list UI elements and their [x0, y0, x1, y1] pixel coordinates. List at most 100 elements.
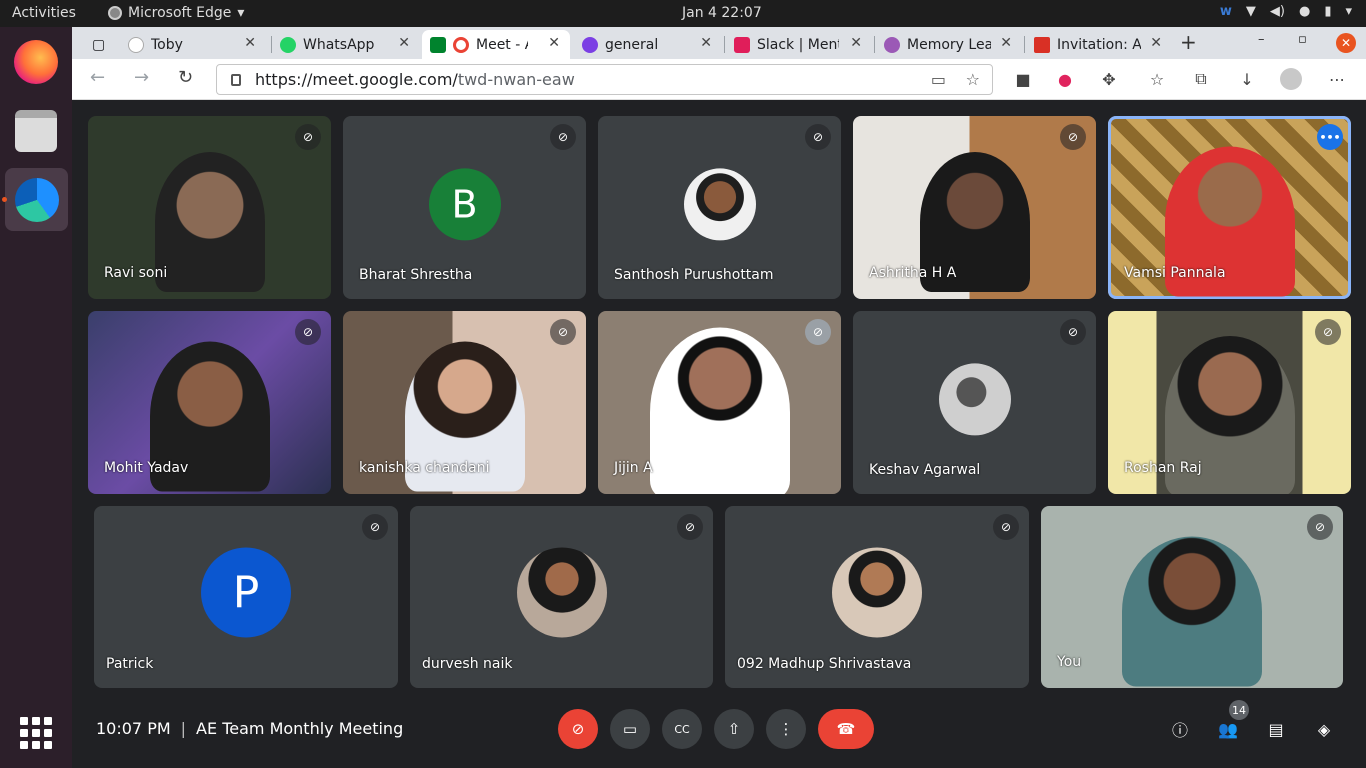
firefox-launcher[interactable]: [8, 34, 64, 90]
mic-off-icon: ⊘: [1315, 319, 1341, 345]
chevron-down-icon[interactable]: ▾: [1345, 4, 1352, 19]
participant-name: kanishka chandani: [359, 460, 490, 476]
tab-meet[interactable]: Meet - AE ✕: [422, 30, 570, 59]
mic-off-icon: ⊘: [550, 124, 576, 150]
close-icon[interactable]: ✕: [398, 35, 410, 51]
leave-call-button[interactable]: ☎: [818, 709, 874, 749]
tab-general[interactable]: general ✕: [574, 30, 722, 59]
app-menu[interactable]: Microsoft Edge ▾: [108, 5, 244, 21]
favorites-icon[interactable]: ☆: [1146, 68, 1168, 90]
more-options-button[interactable]: ⋮: [766, 709, 806, 749]
tab-slack[interactable]: Slack | Mentio ✕: [726, 30, 872, 59]
tray-app-icon[interactable]: w: [1220, 4, 1232, 19]
activities-icon[interactable]: ◈: [1311, 716, 1337, 742]
files-icon: [15, 110, 57, 152]
collections-icon[interactable]: ⧉: [1190, 68, 1212, 90]
close-icon[interactable]: ✕: [1150, 35, 1162, 51]
present-screen-button[interactable]: ⇧: [714, 709, 754, 749]
profile-avatar[interactable]: [1280, 68, 1302, 90]
tab-toby[interactable]: Toby ✕: [120, 30, 266, 59]
camera-icon[interactable]: ▭: [931, 70, 946, 89]
tab-memory-leak[interactable]: Memory Lea ✕: [876, 30, 1022, 59]
mic-toggle-button[interactable]: ⊘: [558, 709, 598, 749]
meeting-info: 10:07 PM | AE Team Monthly Meeting: [96, 719, 403, 738]
minimize-icon[interactable]: –: [1258, 32, 1265, 47]
participant-tile[interactable]: B ⊘ Bharat Shrestha: [343, 116, 586, 299]
toby-extension-icon[interactable]: ●: [1054, 68, 1076, 90]
meeting-title: AE Team Monthly Meeting: [196, 719, 404, 738]
participant-tile-self[interactable]: ⊘ You: [1041, 506, 1343, 688]
participant-name: Santhosh Purushottam: [614, 267, 774, 283]
mic-icon[interactable]: ●: [1299, 4, 1310, 19]
participant-tile[interactable]: ⊘ kanishka chandani: [343, 311, 586, 494]
general-favicon: [582, 36, 598, 53]
captions-button[interactable]: CC: [662, 709, 702, 749]
edge-launcher[interactable]: [5, 168, 68, 231]
close-window-icon[interactable]: ✕: [1336, 33, 1356, 53]
battery-icon[interactable]: ▮: [1324, 4, 1331, 19]
chat-icon[interactable]: ▤: [1263, 716, 1289, 742]
url-host: https://meet.google.com/: [255, 70, 458, 89]
participant-tile[interactable]: ⊘ Ashritha H A: [853, 116, 1096, 299]
files-launcher[interactable]: [8, 103, 64, 159]
tab-whatsapp[interactable]: WhatsApp ✕: [272, 30, 420, 59]
close-icon[interactable]: ✕: [1000, 35, 1012, 51]
new-tab-icon[interactable]: +: [1180, 30, 1197, 54]
close-icon[interactable]: ✕: [700, 35, 712, 51]
meeting-details-icon[interactable]: ⓘ: [1167, 716, 1193, 742]
tab-invitation[interactable]: Invitation: A ✕: [1026, 30, 1172, 59]
participant-tile[interactable]: ⊘ 092 Madhup Shrivastava: [725, 506, 1029, 688]
camera-toggle-button[interactable]: ▭: [610, 709, 650, 749]
lock-icon[interactable]: [231, 73, 241, 86]
firefox-icon: [14, 40, 58, 84]
activities-button[interactable]: Activities: [12, 5, 76, 21]
forward-icon[interactable]: →: [134, 67, 149, 88]
participant-tile[interactable]: ⊘ Jijin A: [598, 311, 841, 494]
participant-count-badge: 14: [1229, 700, 1249, 720]
meet-icon: [430, 36, 446, 53]
participant-name: Vamsi Pannala: [1124, 265, 1226, 281]
tab-title: general: [605, 36, 659, 53]
back-icon[interactable]: ←: [90, 67, 105, 88]
downloads-icon[interactable]: ↓: [1236, 68, 1258, 90]
tab-title: Invitation: A: [1057, 36, 1141, 53]
divider: |: [180, 719, 187, 738]
participant-name: Ravi soni: [104, 265, 168, 281]
speaking-indicator-icon: •••: [1317, 124, 1343, 150]
volume-icon[interactable]: ◀): [1270, 4, 1285, 19]
address-bar[interactable]: https://meet.google.com/twd-nwan-eaw ▭ ☆: [216, 64, 993, 95]
tab-separator: [1024, 36, 1025, 53]
tab-actions-icon[interactable]: ▢: [84, 30, 105, 59]
participant-tile[interactable]: ⊘ Roshan Raj: [1108, 311, 1351, 494]
participant-tile[interactable]: P ⊘ Patrick: [94, 506, 398, 688]
os-top-bar: Activities Microsoft Edge ▾ Jan 4 22:07 …: [0, 0, 1366, 27]
add-favorite-icon[interactable]: ☆: [966, 70, 980, 89]
participant-tile[interactable]: ⊘ durvesh naik: [410, 506, 713, 688]
close-icon[interactable]: ✕: [850, 35, 862, 51]
participant-tile[interactable]: ⊘ Mohit Yadav: [88, 311, 331, 494]
system-tray[interactable]: w ▼ ◀) ● ▮ ▾: [1220, 4, 1352, 19]
wifi-icon[interactable]: ▼: [1246, 4, 1256, 19]
url-path: twd-nwan-eaw: [457, 70, 575, 89]
tab-title: Memory Lea: [907, 36, 991, 53]
show-apps-icon[interactable]: [20, 717, 52, 749]
tab-title: Slack | Mentio: [757, 36, 839, 53]
close-icon[interactable]: ✕: [548, 35, 560, 51]
participant-name: durvesh naik: [422, 656, 513, 672]
participant-tile[interactable]: ⊘ Santhosh Purushottam: [598, 116, 841, 299]
participant-tile[interactable]: ⊘ Ravi soni: [88, 116, 331, 299]
mic-off-icon: ⊘: [1060, 319, 1086, 345]
extensions-icon[interactable]: ✥: [1098, 68, 1120, 90]
system-clock[interactable]: Jan 4 22:07: [682, 5, 762, 21]
os-dock: [0, 27, 72, 768]
participant-video: [154, 152, 265, 293]
participant-tile-speaking[interactable]: ••• Vamsi Pannala: [1108, 116, 1351, 299]
reload-icon[interactable]: ↻: [178, 67, 193, 88]
more-menu-icon[interactable]: ⋯: [1326, 68, 1348, 90]
memory-favicon: [884, 36, 900, 53]
close-icon[interactable]: ✕: [244, 35, 256, 51]
restore-icon[interactable]: ▫: [1298, 32, 1307, 47]
extension-icon[interactable]: ■: [1012, 68, 1034, 90]
participant-tile[interactable]: ⊘ Keshav Agarwal: [853, 311, 1096, 494]
participant-name: Mohit Yadav: [104, 460, 189, 476]
